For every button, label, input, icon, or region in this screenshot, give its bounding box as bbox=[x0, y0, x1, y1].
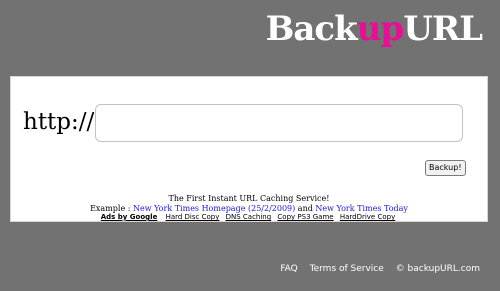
main-panel: http:// Backup! The First Instant URL Ca… bbox=[10, 76, 488, 222]
example-link-nyt-homepage[interactable]: New York Times Homepage (25/2/2009) bbox=[133, 204, 295, 213]
site-logo[interactable]: BackupURL bbox=[265, 7, 483, 51]
ad-link-hard-disc-copy[interactable]: Hard Disc Copy bbox=[166, 213, 220, 221]
example-prefix: Example : bbox=[90, 204, 133, 213]
url-input[interactable] bbox=[95, 104, 463, 142]
ad-link-harddrive-copy[interactable]: HardDrive Copy bbox=[340, 213, 395, 221]
logo-text-back: Back bbox=[265, 9, 358, 49]
footer-terms-link[interactable]: Terms of Service bbox=[310, 264, 384, 274]
ad-link-dns-caching[interactable]: DNS Caching bbox=[226, 213, 272, 221]
ads-by-google-label[interactable]: Ads by Google bbox=[101, 213, 158, 221]
backup-button[interactable]: Backup! bbox=[425, 160, 466, 176]
protocol-label: http:// bbox=[23, 109, 95, 135]
footer-faq-link[interactable]: FAQ bbox=[280, 264, 297, 274]
ads-bar: Ads by Google Hard Disc Copy DNS Caching… bbox=[11, 213, 487, 222]
example-and: and bbox=[295, 204, 316, 213]
footer: FAQ Terms of Service © backupURL.com bbox=[271, 263, 480, 275]
example-link-nyt-today[interactable]: New York Times Today bbox=[315, 204, 408, 213]
ad-link-copy-ps3-game[interactable]: Copy PS3 Game bbox=[277, 213, 333, 221]
logo-text-up: up bbox=[356, 9, 404, 49]
logo-text-url: URL bbox=[403, 9, 483, 49]
footer-copyright: © backupURL.com bbox=[395, 264, 480, 274]
